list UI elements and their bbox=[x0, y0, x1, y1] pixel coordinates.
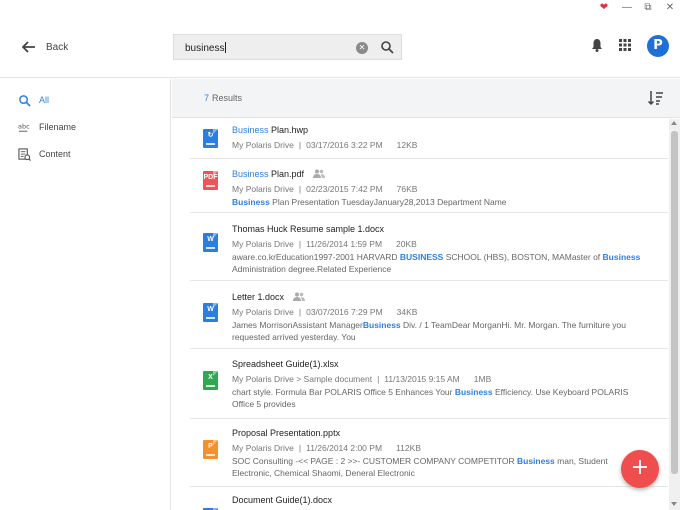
search-icon[interactable] bbox=[380, 40, 394, 54]
bell-icon[interactable] bbox=[589, 37, 605, 53]
list-item[interactable]: X Spreadsheet Guide(1).xlsx My Polaris D… bbox=[190, 350, 668, 419]
list-item[interactable]: W Letter 1.docx My Polaris Drive | 03/07/2… bbox=[190, 282, 668, 349]
file-meta: My Polaris Drive | 11/26/2014 1:59 PM 20KB bbox=[232, 239, 417, 249]
file-meta: My Polaris Drive | 03/07/2016 7:29 PM 34KB bbox=[232, 307, 418, 317]
window-titlebar: ❤ — ⧉ ✕ bbox=[0, 0, 680, 16]
docx-file-icon: W bbox=[203, 303, 218, 322]
scroll-thumb[interactable] bbox=[671, 131, 678, 474]
sidebar: All abc Filename Content bbox=[0, 79, 171, 510]
apps-grid-icon[interactable] bbox=[617, 37, 633, 53]
file-name: Thomas Huck Resume sample 1.docx bbox=[232, 224, 385, 234]
add-button[interactable]: + bbox=[621, 450, 659, 488]
sort-icon[interactable] bbox=[647, 89, 665, 107]
minimize-button[interactable]: — bbox=[619, 1, 635, 15]
file-name: Business Plan.pdf bbox=[232, 169, 325, 179]
file-name: Spreadsheet Guide(1).xlsx bbox=[232, 359, 339, 369]
polaris-logo-icon[interactable]: P bbox=[647, 35, 669, 57]
file-snippet: chart style. Formula Bar POLARIS Office … bbox=[232, 387, 629, 409]
results-panel: 7 Results ↻ Business Plan.hwp My Polaris … bbox=[172, 79, 680, 510]
search-icon bbox=[18, 94, 31, 107]
xlsx-file-icon: X bbox=[203, 371, 218, 390]
heart-icon[interactable]: ❤ bbox=[596, 1, 612, 15]
results-count: 7 bbox=[204, 93, 210, 103]
maximize-button[interactable]: ⧉ bbox=[640, 1, 656, 15]
close-button[interactable]: ✕ bbox=[662, 1, 678, 15]
file-name: Business Plan.hwp bbox=[232, 125, 309, 135]
results-list: ↻ Business Plan.hwp My Polaris Drive | 03/… bbox=[172, 119, 669, 510]
scroll-up-icon[interactable] bbox=[671, 121, 677, 125]
file-meta: My Polaris Drive > Sample document | 11/13… bbox=[232, 374, 492, 384]
search-input[interactable]: business bbox=[185, 42, 227, 54]
hwp-file-icon: ↻ bbox=[203, 129, 218, 148]
file-snippet: James MorrisonAssistant ManagerBusiness … bbox=[232, 320, 626, 342]
back-arrow-icon bbox=[22, 41, 35, 53]
vertical-scrollbar[interactable] bbox=[669, 119, 680, 510]
shared-users-icon bbox=[292, 292, 305, 301]
sidebar-item-label: Content bbox=[39, 149, 71, 159]
list-item[interactable]: P Proposal Presentation.pptx My Polaris … bbox=[190, 420, 668, 487]
file-snippet: aware.co.krEducation1997-2001 HARVARD BU… bbox=[232, 252, 641, 274]
svg-text:abc: abc bbox=[18, 122, 30, 130]
sidebar-item-all[interactable]: All bbox=[18, 92, 49, 108]
results-label: Results bbox=[212, 93, 243, 103]
abc-icon: abc bbox=[18, 121, 31, 134]
search-box[interactable]: business ✕ bbox=[173, 34, 402, 60]
list-item[interactable]: W Thomas Huck Resume sample 1.docx My Po… bbox=[190, 214, 668, 281]
list-item[interactable]: W Document Guide(1).docx bbox=[190, 488, 668, 510]
pdf-file-icon: PDF bbox=[203, 171, 218, 190]
results-header: 7 Results bbox=[172, 79, 680, 118]
sidebar-item-filename[interactable]: abc Filename bbox=[18, 119, 76, 135]
list-item[interactable]: PDF Business Plan.pdf My Polaris Drive | 0… bbox=[190, 160, 668, 213]
docx-file-icon: W bbox=[203, 233, 218, 252]
results-summary: 7 Results bbox=[204, 93, 242, 103]
file-name: Document Guide(1).docx bbox=[232, 495, 333, 505]
header: Back business ✕ P bbox=[0, 16, 680, 78]
file-name: Proposal Presentation.pptx bbox=[232, 428, 341, 438]
sidebar-item-label: All bbox=[39, 95, 50, 105]
file-meta: My Polaris Drive | 03/17/2016 3:22 PM 12KB bbox=[232, 140, 418, 150]
shared-users-icon bbox=[312, 169, 325, 178]
content-icon bbox=[18, 147, 31, 161]
file-meta: My Polaris Drive | 02/23/2015 7:42 PM 76KB bbox=[232, 184, 418, 194]
sidebar-item-content[interactable]: Content bbox=[18, 146, 71, 162]
pptx-file-icon: P bbox=[203, 440, 218, 459]
back-label: Back bbox=[46, 41, 69, 53]
clear-search-icon[interactable]: ✕ bbox=[356, 42, 368, 54]
list-item[interactable]: ↻ Business Plan.hwp My Polaris Drive | 03/… bbox=[190, 119, 668, 159]
scroll-down-icon[interactable] bbox=[671, 502, 677, 506]
file-snippet: Business Plan Presentation TuesdayJanuar… bbox=[232, 197, 507, 207]
sidebar-item-label: Filename bbox=[39, 122, 77, 132]
back-button[interactable]: Back bbox=[22, 38, 68, 56]
file-meta: My Polaris Drive | 11/26/2014 2:00 PM 112KB bbox=[232, 443, 421, 453]
file-name: Letter 1.docx bbox=[232, 292, 305, 302]
search-value: business bbox=[185, 43, 225, 54]
file-snippet: SOC Consulting -<< PAGE : 2 >>- CUSTOMER… bbox=[232, 456, 608, 478]
